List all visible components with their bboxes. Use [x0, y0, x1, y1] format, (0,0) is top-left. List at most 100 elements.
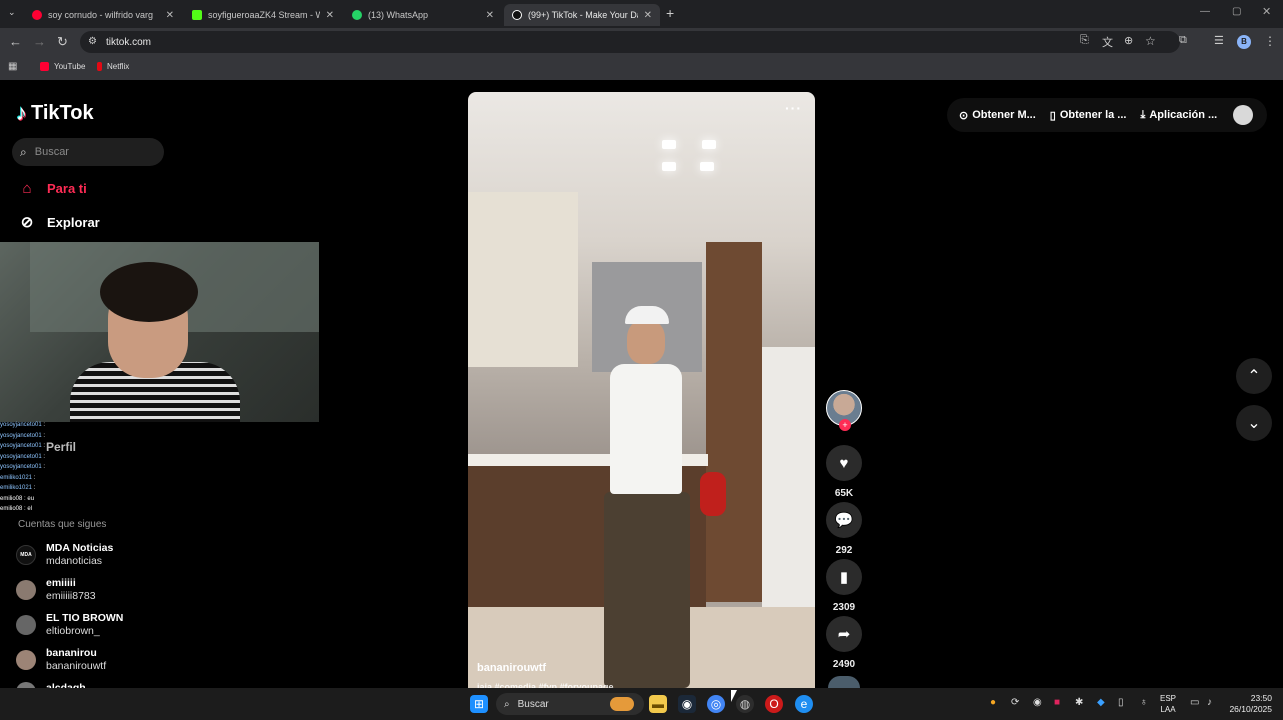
windows-start-icon[interactable]: ⊞ — [470, 695, 488, 713]
previous-video-button[interactable]: ⌃ — [1236, 358, 1272, 394]
nav-explorar[interactable]: ⊘ Explorar — [18, 213, 100, 231]
tray-sync-icon[interactable]: ⟳ — [1011, 697, 1019, 708]
video-author[interactable]: bananirouwtf — [477, 662, 546, 674]
steam-icon[interactable]: ◉ — [678, 695, 696, 713]
address-bar-row: ← → ↻ ⚙ tiktok.com ⎘ 文 ⊕ ☆ ⧉ ☰ B ⋮ — [0, 28, 1283, 56]
tray-steam-icon[interactable]: ◉ — [1033, 697, 1042, 708]
next-video-button[interactable]: ⌄ — [1236, 405, 1272, 441]
tray-app-icon[interactable]: ● — [990, 697, 996, 708]
maximize-icon[interactable]: ▢ — [1232, 6, 1241, 17]
following-account[interactable]: EL TIO BROWN eltiobrown_ — [16, 612, 123, 638]
install-app-icon[interactable]: ⎘ — [1080, 34, 1089, 47]
chevron-down-icon: ⌄ — [1247, 415, 1261, 432]
close-icon[interactable]: ✕ — [166, 10, 174, 21]
youtube-icon — [40, 62, 49, 71]
save-button[interactable]: ▮ 2309 — [826, 559, 862, 613]
obs-icon[interactable]: ◍ — [736, 695, 754, 713]
button-label: Obtener M... — [972, 109, 1036, 121]
tab-tiktok[interactable]: (99+) TikTok - Make Your Day ✕ — [504, 4, 660, 26]
url-input[interactable]: ⚙ tiktok.com — [80, 31, 1180, 53]
site-info-icon[interactable]: ⚙ — [88, 36, 97, 47]
close-icon[interactable]: ✕ — [644, 10, 652, 21]
tiktok-icon — [512, 10, 522, 20]
user-avatar[interactable] — [1233, 105, 1253, 125]
following-account[interactable]: bananirou bananirouwtf — [16, 647, 106, 673]
following-account[interactable]: emiiiii emiiiii8783 — [16, 577, 96, 603]
video-person — [590, 302, 700, 688]
creator-avatar[interactable]: + — [826, 390, 862, 431]
top-action-bar: ⊙ Obtener M... ▯ Obtener la ... ⤓ Aplicació… — [947, 98, 1267, 132]
language-indicator[interactable]: ESP LAA — [1160, 693, 1176, 715]
search-input[interactable]: ⌕ Buscar — [12, 138, 164, 166]
following-account[interactable]: MDA MDA Noticias mdanoticias — [16, 542, 113, 568]
volume-icon[interactable]: ♪ — [1207, 697, 1212, 708]
edge-icon[interactable]: e — [795, 695, 813, 713]
tall-cabinet — [706, 242, 762, 602]
tray-record-icon[interactable]: ■ — [1054, 697, 1060, 708]
share-count: 2490 — [832, 659, 856, 670]
bookmark-netflix[interactable]: Netflix — [97, 62, 129, 71]
tray-mic-icon[interactable]: ♁ — [1140, 697, 1148, 708]
tab-youtube[interactable]: soy cornudo - wilfrido varg ✕ — [24, 4, 182, 26]
chat-user: emiliko1021 — [0, 485, 33, 491]
avatar — [16, 615, 36, 635]
bookmarks-bar: ▦ YouTube Netflix — [0, 56, 1283, 80]
extensions-icon[interactable]: ⧉ — [1179, 34, 1187, 47]
desktop-app-button[interactable]: ⤓ Aplicación ... — [1140, 109, 1217, 122]
get-coins-button[interactable]: ⊙ Obtener M... — [959, 109, 1036, 122]
nav-para-ti[interactable]: ⌂ Para ti — [18, 180, 86, 197]
opera-icon[interactable]: O — [765, 695, 783, 713]
back-icon[interactable]: ← — [9, 34, 22, 49]
menu-kebab-icon[interactable]: ⋮ — [1264, 34, 1276, 48]
chrome-icon[interactable]: ◎ — [707, 695, 725, 713]
browser-tab-bar: ⌄ soy cornudo - wilfrido varg ✕ soyfigue… — [0, 0, 1283, 28]
follow-plus-icon[interactable]: + — [839, 419, 851, 431]
bookmark-youtube[interactable]: YouTube — [40, 62, 85, 71]
chat-user: yosoyjanceto01 — [0, 432, 42, 439]
bookmark-star-icon[interactable]: ☆ — [1145, 34, 1156, 48]
chat-line: yosoyjanceto01 : — [0, 453, 46, 460]
system-clock[interactable]: 23:50 26/10/2025 — [1220, 693, 1272, 715]
chat-line: emiliko1021 : — [0, 474, 36, 481]
tab-search-icon[interactable]: ⌄ — [8, 7, 16, 18]
ceiling-light — [702, 140, 716, 149]
forward-icon[interactable]: → — [33, 34, 46, 49]
tray-usb-icon[interactable]: ▯ — [1118, 697, 1124, 708]
tab-whatsapp[interactable]: (13) WhatsApp ✕ — [344, 4, 502, 26]
like-button[interactable]: ♥ 65K — [826, 445, 862, 499]
comment-button[interactable]: 💬 292 — [826, 502, 862, 556]
search-placeholder: Buscar — [34, 146, 69, 158]
music-disc-icon[interactable] — [828, 676, 860, 688]
translate-icon[interactable]: 文 — [1102, 34, 1113, 50]
tab-title: (13) WhatsApp — [368, 10, 429, 20]
avatar — [16, 580, 36, 600]
apps-grid-icon[interactable]: ▦ — [8, 61, 17, 72]
chat-line: yosoyjanceto01 : — [0, 422, 46, 428]
reading-list-icon[interactable]: ☰ — [1214, 34, 1224, 47]
tray-settings-icon[interactable]: ✱ — [1075, 697, 1083, 708]
get-app-button[interactable]: ▯ Obtener la ... — [1050, 109, 1127, 122]
search-placeholder: Buscar — [517, 698, 549, 710]
tiktok-logo[interactable]: ♪ TikTok — [16, 100, 94, 126]
close-icon[interactable]: ✕ — [486, 10, 494, 21]
share-button[interactable]: ➦ 2490 — [826, 616, 862, 670]
chat-line: emiliko1021 : — [0, 485, 36, 491]
taskbar-search[interactable]: ⌕ Buscar — [496, 693, 644, 715]
close-icon[interactable]: ✕ — [326, 10, 334, 21]
netflix-icon — [97, 62, 102, 71]
more-options-icon[interactable]: ··· — [785, 100, 802, 116]
account-name: MDA Noticias — [46, 542, 114, 554]
reload-icon[interactable]: ↻ — [57, 34, 68, 50]
zoom-icon[interactable]: ⊕ — [1124, 34, 1133, 47]
minimize-icon[interactable]: — — [1200, 6, 1210, 17]
file-explorer-icon[interactable]: ▬ — [649, 695, 667, 713]
tray-shield-icon[interactable]: ◆ — [1097, 697, 1105, 708]
network-icon[interactable]: ▭ — [1190, 697, 1199, 708]
bookmark-label: Netflix — [107, 62, 130, 71]
new-tab-button[interactable]: + — [666, 5, 674, 21]
tab-kick[interactable]: soyfigueroaaZK4 Stream - Wat ✕ — [184, 4, 342, 26]
profile-avatar[interactable]: B — [1237, 35, 1251, 49]
video-player[interactable] — [468, 92, 815, 688]
close-window-icon[interactable]: ✕ — [1262, 5, 1271, 18]
download-icon: ⤓ — [1140, 108, 1146, 121]
